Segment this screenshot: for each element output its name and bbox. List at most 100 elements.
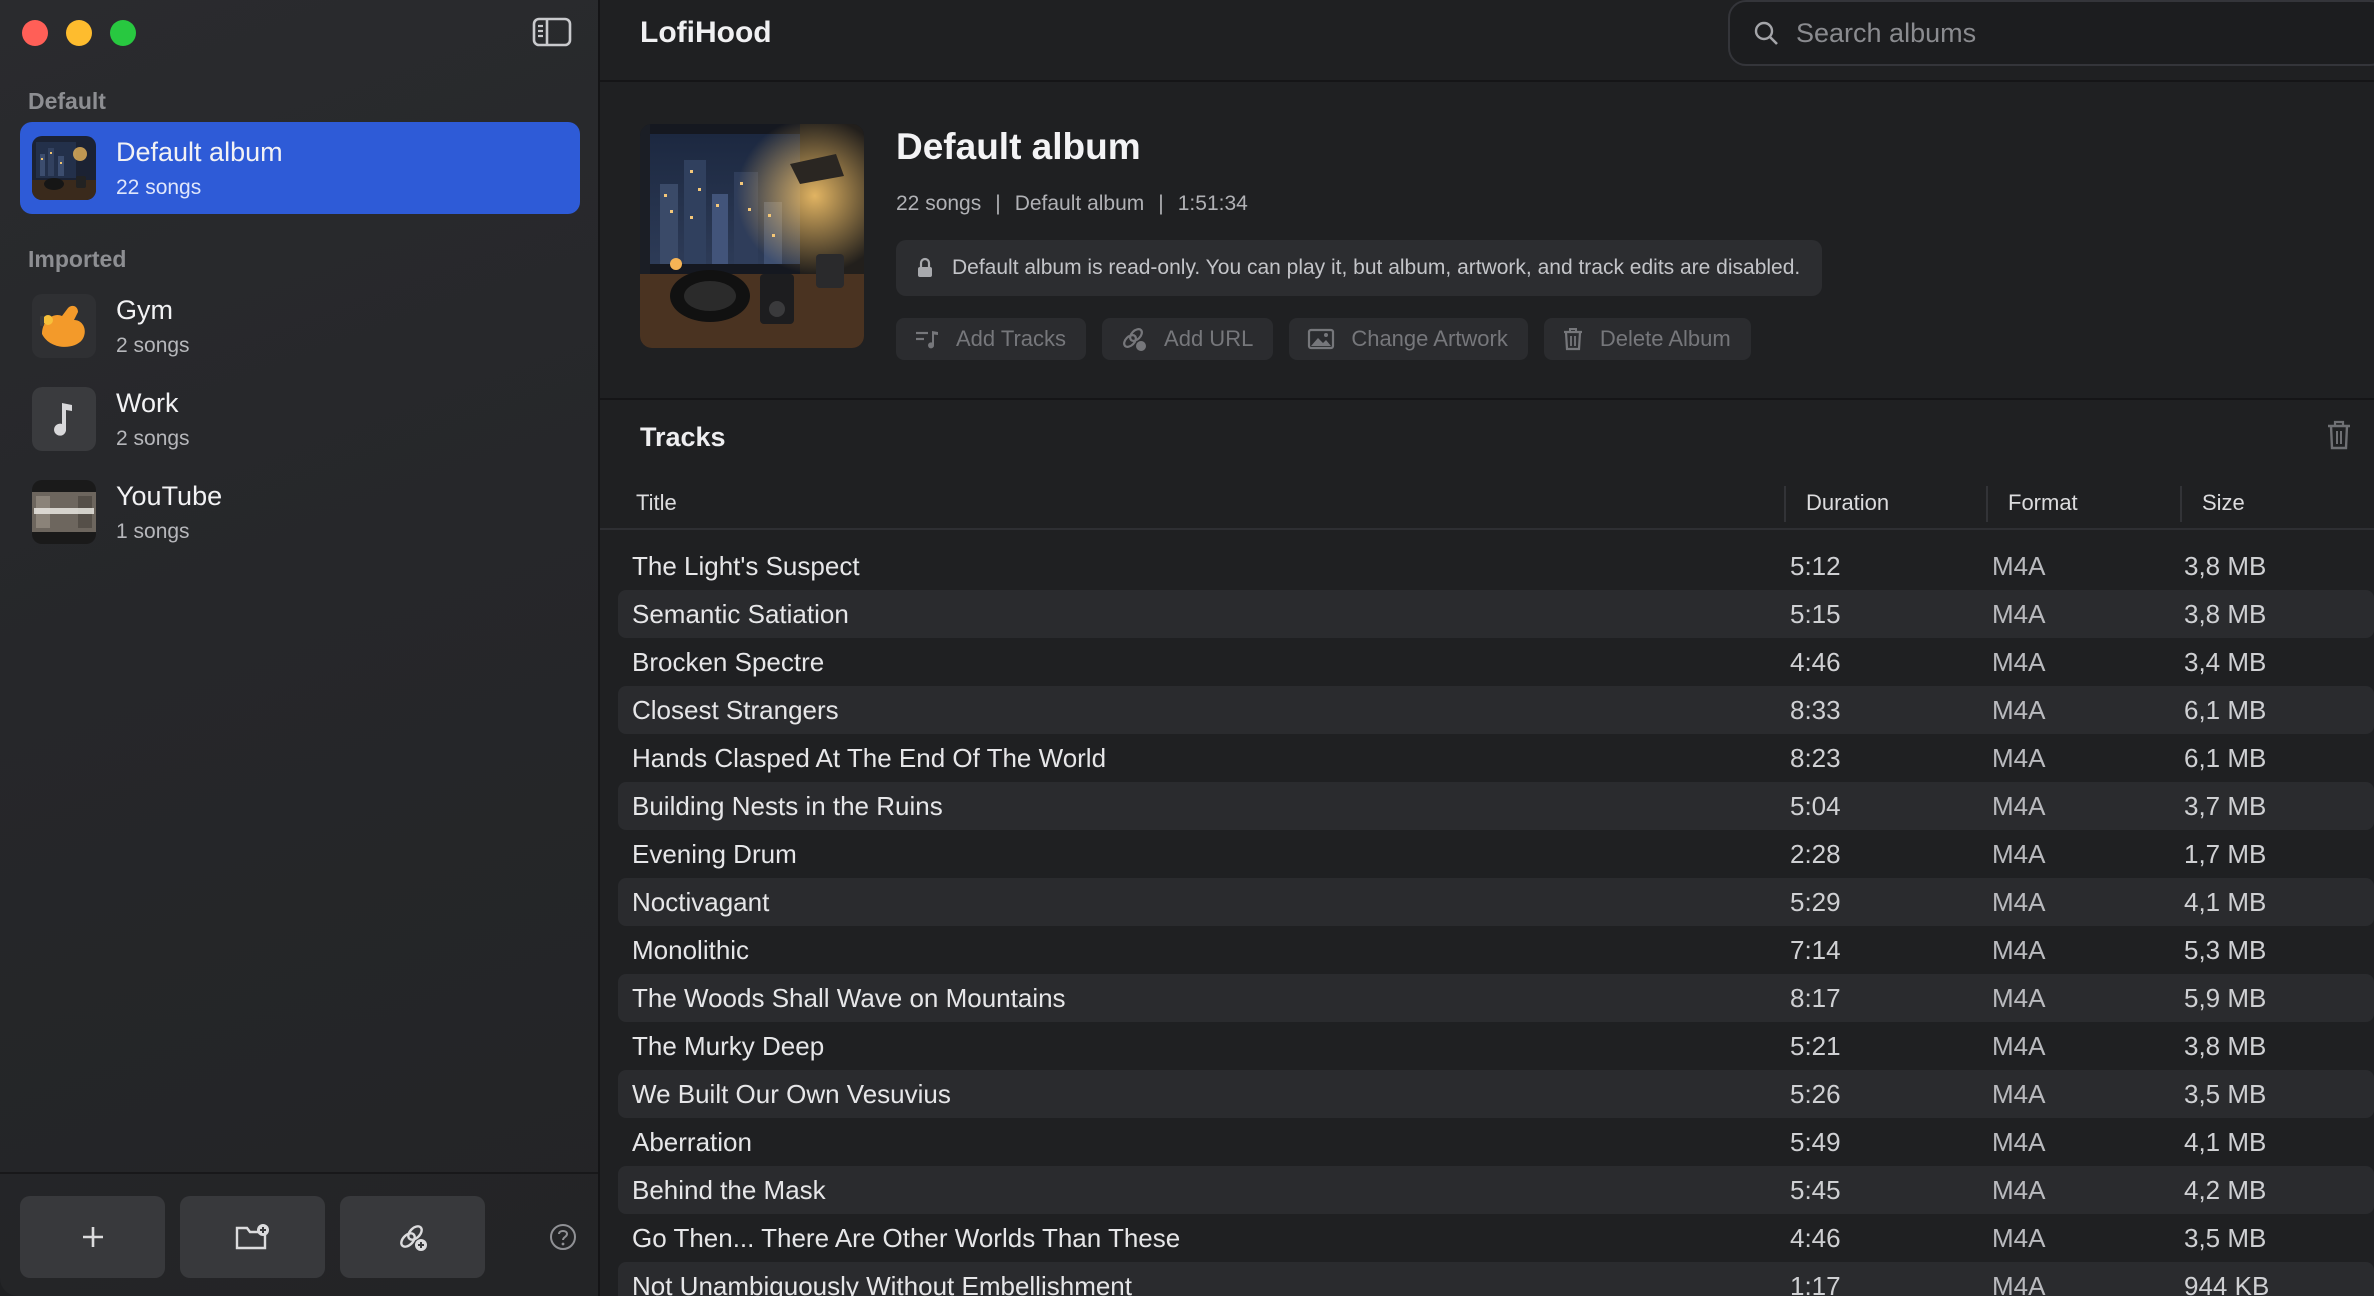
table-row[interactable]: Behind the Mask 5:45 M4A 4,2 MB — [618, 1166, 2374, 1214]
readonly-notice-text: Default album is read-only. You can play… — [952, 256, 1801, 279]
album-artwork[interactable] — [640, 124, 864, 348]
track-duration: 5:45 — [1790, 1174, 1841, 1205]
add-url-button[interactable]: Add URL — [1102, 318, 1274, 360]
column-divider[interactable] — [1986, 486, 1988, 522]
track-size: 4,1 MB — [2184, 886, 2267, 917]
track-size: 5,9 MB — [2184, 982, 2267, 1013]
delete-album-button[interactable]: Delete Album — [1543, 318, 1751, 360]
track-duration: 4:46 — [1790, 1222, 1841, 1253]
link-add-icon — [1123, 328, 1147, 351]
column-header-duration[interactable]: Duration — [1806, 490, 1889, 516]
table-row[interactable]: The Woods Shall Wave on Mountains 8:17 M4A… — [618, 974, 2374, 1022]
track-duration: 5:21 — [1790, 1030, 1841, 1061]
track-format: M4A — [1992, 790, 2046, 821]
question-circle-icon[interactable] — [548, 1222, 578, 1252]
track-duration: 5:26 — [1790, 1078, 1841, 1109]
add-link-button[interactable] — [340, 1196, 485, 1278]
sidebar-album-youtube[interactable]: YouTube 1 songs — [20, 466, 580, 558]
table-row[interactable]: Monolithic 7:14 M4A 5,3 MB — [618, 926, 2374, 974]
table-row[interactable]: Brocken Spectre 4:46 M4A 3,4 MB — [618, 638, 2374, 686]
table-row[interactable]: Hands Clasped At The End Of The World 8:2… — [618, 734, 2374, 782]
meta-separator: | — [995, 192, 1001, 215]
sidebar-album-work[interactable]: Work 2 songs — [20, 373, 580, 465]
sidebar-album-gym[interactable]: Gym 2 songs — [20, 280, 580, 372]
track-format: M4A — [1992, 1030, 2046, 1061]
track-title: Noctivagant — [632, 886, 770, 917]
track-size: 6,1 MB — [2184, 694, 2267, 725]
track-format: M4A — [1992, 934, 2046, 965]
track-duration: 7:14 — [1790, 934, 1841, 965]
table-row[interactable]: Go Then... There Are Other Worlds Than T… — [618, 1214, 2374, 1262]
link-add-icon — [399, 1225, 427, 1251]
toolbar: LofiHood — [600, 0, 2374, 82]
trash-icon — [1563, 328, 1582, 351]
album-name: Work — [116, 387, 179, 418]
table-row[interactable]: Semantic Satiation 5:15 M4A 3,8 MB — [618, 590, 2374, 638]
track-format: M4A — [1992, 886, 2046, 917]
table-row[interactable]: The Light's Suspect 5:12 M4A 3,8 MB — [618, 542, 2374, 590]
flexing-arm-icon — [32, 294, 96, 358]
readonly-notice: Default album is read-only. You can play… — [896, 240, 1823, 296]
album-song-count: 2 songs — [116, 426, 190, 450]
track-size: 3,8 MB — [2184, 598, 2267, 629]
track-size: 3,5 MB — [2184, 1222, 2267, 1253]
track-format: M4A — [1992, 1078, 2046, 1109]
zoom-window-button[interactable] — [110, 20, 136, 46]
track-size: 944 KB — [2184, 1270, 2270, 1296]
change-artwork-button[interactable]: Change Artwork — [1289, 318, 1528, 360]
table-row[interactable]: The Murky Deep 5:21 M4A 3,8 MB — [618, 1022, 2374, 1070]
sidebar-toggle-icon[interactable] — [532, 16, 572, 48]
track-size: 5,3 MB — [2184, 934, 2267, 965]
delete-tracks-icon[interactable] — [2326, 420, 2352, 455]
section-label-default: Default — [28, 88, 106, 114]
search-field[interactable] — [1728, 0, 2374, 66]
track-duration: 1:17 — [1790, 1270, 1841, 1296]
table-row[interactable]: Aberration 5:49 M4A 4,1 MB — [618, 1118, 2374, 1166]
add-tracks-button[interactable]: Add Tracks — [896, 318, 1087, 360]
column-divider[interactable] — [1784, 486, 1786, 522]
add-tracks-label: Add Tracks — [956, 326, 1067, 351]
track-duration: 8:17 — [1790, 982, 1841, 1013]
new-album-button[interactable] — [20, 1196, 165, 1278]
column-divider[interactable] — [2180, 486, 2182, 522]
track-format: M4A — [1992, 646, 2046, 677]
track-title: Not Unambiguously Without Embellishment — [632, 1270, 1132, 1296]
track-size: 3,8 MB — [2184, 550, 2267, 581]
track-title: We Built Our Own Vesuvius — [632, 1078, 951, 1109]
search-icon — [1754, 21, 1778, 45]
column-header-format[interactable]: Format — [2008, 490, 2078, 516]
track-size: 1,7 MB — [2184, 838, 2267, 869]
sidebar-album-default[interactable]: Default album 22 songs — [20, 122, 580, 214]
minimize-window-button[interactable] — [66, 20, 92, 46]
track-format: M4A — [1992, 1126, 2046, 1157]
close-window-button[interactable] — [22, 20, 48, 46]
track-duration: 8:33 — [1790, 694, 1841, 725]
track-title: Semantic Satiation — [632, 598, 849, 629]
search-input[interactable] — [1796, 17, 2296, 49]
track-title: Evening Drum — [632, 838, 797, 869]
window-controls — [22, 20, 136, 46]
track-duration: 5:12 — [1790, 550, 1841, 581]
track-title: Closest Strangers — [632, 694, 839, 725]
plus-icon — [82, 1227, 103, 1247]
table-row[interactable]: Not Unambiguously Without Embellishment 1… — [618, 1262, 2374, 1296]
folder-add-icon — [235, 1224, 269, 1250]
table-row[interactable]: We Built Our Own Vesuvius 5:26 M4A 3,5 MB — [618, 1070, 2374, 1118]
album-song-count: 2 songs — [116, 333, 190, 357]
track-title: Monolithic — [632, 934, 750, 965]
track-format: M4A — [1992, 838, 2046, 869]
track-list: The Light's Suspect 5:12 M4A 3,8 MB Semantic… — [618, 542, 2374, 1296]
track-size: 6,1 MB — [2184, 742, 2267, 773]
table-row[interactable]: Evening Drum 2:28 M4A 1,7 MB — [618, 830, 2374, 878]
column-header-size[interactable]: Size — [2202, 490, 2245, 516]
add-url-label: Add URL — [1164, 326, 1254, 351]
table-row[interactable]: Closest Strangers 8:33 M4A 6,1 MB — [618, 686, 2374, 734]
photo-icon — [1308, 328, 1335, 350]
sidebar-bottom-bar — [0, 1172, 598, 1296]
table-row[interactable]: Building Nests in the Ruins 5:04 M4A 3,7 MB — [618, 782, 2374, 830]
table-row[interactable]: Noctivagant 5:29 M4A 4,1 MB — [618, 878, 2374, 926]
import-folder-button[interactable] — [180, 1196, 325, 1278]
column-header-title[interactable]: Title — [636, 490, 677, 516]
track-duration: 5:29 — [1790, 886, 1841, 917]
album-actions: Add Tracks Add URL Change Artwork Delete… — [896, 318, 1751, 360]
